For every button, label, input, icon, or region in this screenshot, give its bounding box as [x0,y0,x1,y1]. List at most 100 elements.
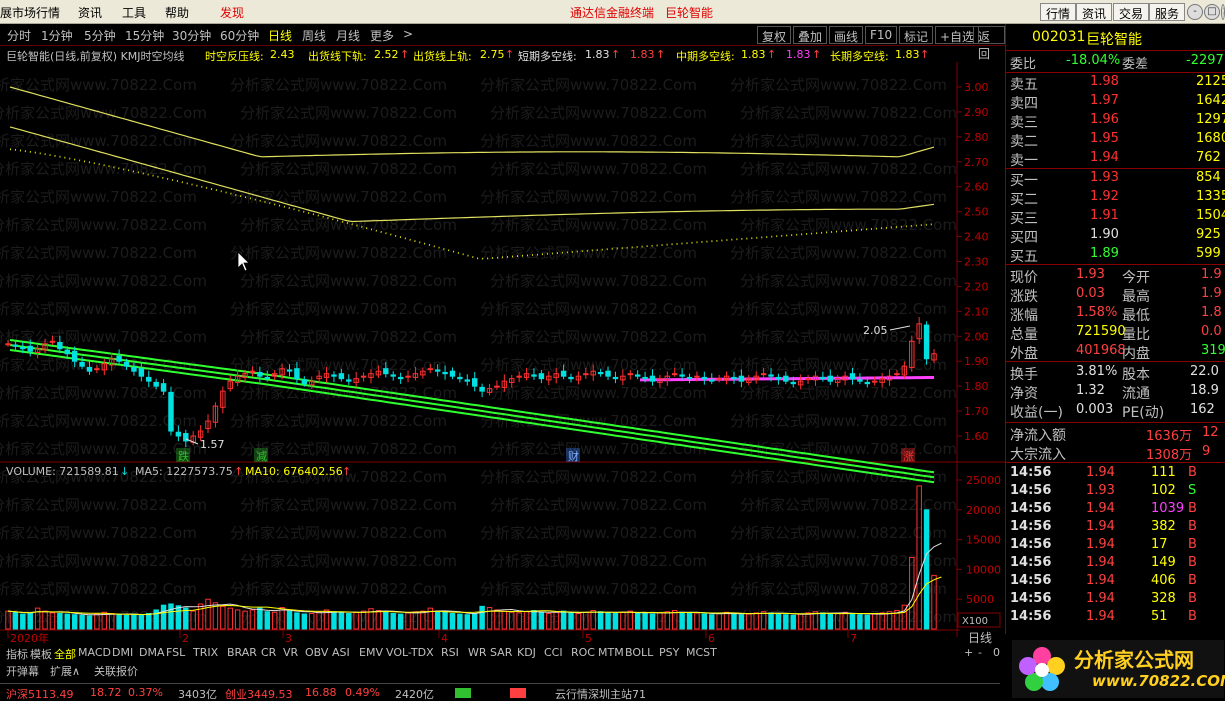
watermark-text: 分析家公式网www.70822.Com [0,580,197,598]
stat-value-2: 0.0 [1201,324,1222,339]
btn-info[interactable]: 资讯 [1076,3,1113,21]
btn-trade[interactable]: 交易 [1113,3,1150,21]
order-label: 买一 [1010,173,1038,189]
period-weekly[interactable]: 周线 [302,27,326,44]
close-icon[interactable]: × [1221,4,1225,20]
indicator-tab[interactable]: MCST [686,646,717,659]
btn-draw[interactable]: 画线 [829,26,864,44]
candle-body [116,355,122,362]
order-row[interactable]: 买四 1.90 925 [1006,227,1225,246]
volume-bar [390,613,396,630]
menu-market[interactable]: 展市场行情 [0,4,60,21]
order-row[interactable]: 买二 1.92 1335 [1006,189,1225,208]
stat-label-2: 内盘 [1122,346,1150,362]
indicator-tab[interactable]: FSL [166,646,185,659]
btn-mark[interactable]: 标记 [899,26,934,44]
fundamental-row: 收益(一) 0.003 PE(动) 162 [1006,402,1225,421]
event-marker[interactable]: 减 [256,450,267,463]
price-axis: 3.00 2.90 2.80 2.70 2.60 2.50 2.40 2.30 2.20 2.10… [957,81,989,443]
menu-discover[interactable]: 发现 [220,4,244,21]
indicator-tab[interactable]: MTM [598,646,624,659]
btn-quotes[interactable]: 行情 [1040,3,1077,21]
order-row[interactable]: 卖四 1.97 1642 [1006,93,1225,112]
stat-label-2: 量比 [1122,327,1150,343]
period-next-icon[interactable]: > [403,27,413,41]
zoom-in-button[interactable]: + [964,646,973,659]
indicator-tab[interactable]: PSY [659,646,679,659]
order-price: 1.96 [1090,112,1119,127]
menu-help[interactable]: 帮助 [165,4,189,21]
indicator-tab[interactable]: BOLL [625,646,653,659]
indicator-tab[interactable]: DMI [112,646,133,659]
indicator-tab[interactable]: VOL-TDX [386,646,434,659]
maximize-icon[interactable]: □ [1204,4,1220,20]
indicator-tab[interactable]: RSI [441,646,459,659]
extra-tab[interactable]: 关联报价 [94,663,138,679]
extra-tab[interactable]: 开弹幕 [6,663,39,679]
volume-bar [131,613,137,630]
order-row[interactable]: 买五 1.89 599 [1006,246,1225,265]
indicator-tab[interactable]: 指标 [6,646,28,662]
indicator-tab[interactable]: BRAR [227,646,257,659]
menu-tools[interactable]: 工具 [122,4,146,21]
indicator-tab[interactable]: SAR [490,646,512,659]
event-marker[interactable]: 涨 [903,450,914,463]
order-row[interactable]: 卖三 1.96 1297 [1006,112,1225,131]
btn-overlay[interactable]: 叠加 [793,26,828,44]
order-row[interactable]: 买一 1.93 854 [1006,170,1225,189]
indicator-tab[interactable]: DMA [139,646,165,659]
stat-value-2: 1.9 [1201,267,1222,282]
btn-f10[interactable]: F10 [865,26,898,44]
stock-title: 巨轮智能 [665,6,714,20]
indicator-tab[interactable]: VR [283,646,298,659]
event-marker[interactable]: 财 [568,449,579,463]
btn-service[interactable]: 服务 [1149,3,1186,21]
kline-chart[interactable]: 分析家公式网www.70822.Com 分析家公式网www.70822.Com 分析… [0,62,1005,652]
minimize-icon[interactable]: - [1187,4,1203,20]
stat-value: 0.03 [1076,286,1105,301]
indicator-tab[interactable]: MACD [78,646,111,659]
indicator-tab[interactable]: 全部 [54,646,76,662]
period-1min[interactable]: 1分钟 [41,27,73,44]
btn-adjust[interactable]: 复权 [757,26,792,44]
zoom-reset-button[interactable]: 0 [993,646,1000,659]
order-row[interactable]: 卖一 1.94 762 [1006,150,1225,169]
flow-label: 净流入额 [1010,428,1066,444]
indicator-tab[interactable]: CR [261,646,276,659]
indicator-tab[interactable]: TRIX [193,646,218,659]
period-intraday[interactable]: 分时 [7,27,31,44]
watermark-text: 分析家公式网www.70822.Com [740,216,957,234]
indicator-tab[interactable]: OBV [305,646,328,659]
extra-tab[interactable]: 扩展∧ [50,663,80,679]
candle-body [538,373,545,380]
menu-news[interactable]: 资讯 [78,4,102,21]
btn-back[interactable]: 返回 [973,26,1005,61]
flow-value: 1308万 [1146,448,1193,463]
indicator-tab[interactable]: ROC [571,646,595,659]
indicator-tab[interactable]: CCI [544,646,563,659]
volume-bar [79,614,85,630]
period-30min[interactable]: 30分钟 [172,27,211,44]
order-row[interactable]: 买三 1.91 1504 [1006,208,1225,227]
period-5min[interactable]: 5分钟 [84,27,116,44]
indicator-tab[interactable]: ASI [332,646,350,659]
indicator-tab[interactable]: KDJ [517,646,536,659]
period-monthly[interactable]: 月线 [336,27,360,44]
period-daily[interactable]: 日线 [268,27,292,44]
volume-bar [442,611,448,630]
zoom-out-button[interactable]: - [978,646,982,659]
stat-value-2: 1.9 [1201,286,1222,301]
volume-bar [605,612,611,630]
period-60min[interactable]: 60分钟 [220,27,259,44]
indicator-tab[interactable]: 模板 [30,646,52,662]
indicator-tab[interactable]: WR [468,646,487,659]
period-more[interactable]: 更多 [370,27,394,44]
candle-body [894,373,900,376]
order-row[interactable]: 卖五 1.98 2125 [1006,74,1225,93]
candle-body [479,386,485,392]
volume-bar [538,611,545,630]
period-15min[interactable]: 15分钟 [125,27,164,44]
order-row[interactable]: 卖二 1.95 1680 [1006,131,1225,150]
indicator-tab[interactable]: EMV [359,646,383,659]
event-marker[interactable]: 跌 [178,449,189,463]
